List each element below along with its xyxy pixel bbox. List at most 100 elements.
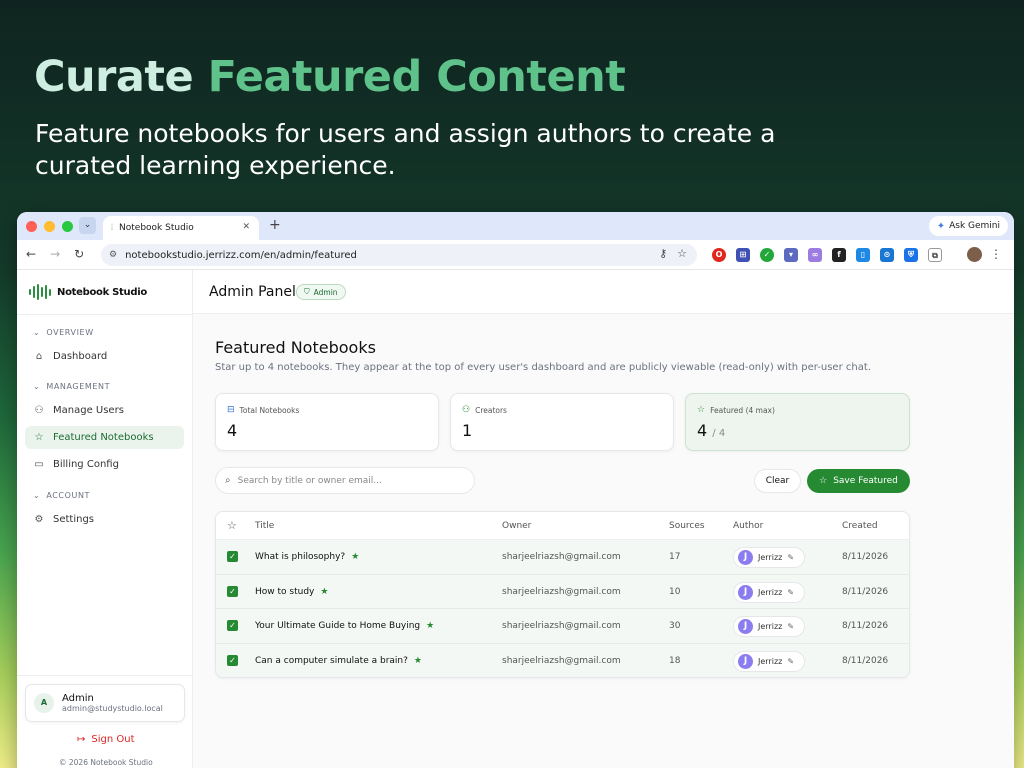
main-content: Admin Panel ⛉ Admin Featured Notebooks S… bbox=[193, 270, 1014, 768]
row-owner: sharjeelriazsh@gmail.com bbox=[502, 586, 621, 597]
author-selector[interactable]: J Jerrizz ✎ bbox=[733, 547, 805, 568]
brand-logo[interactable]: Notebook Studio bbox=[29, 284, 147, 300]
brand-name: Notebook Studio bbox=[57, 286, 147, 298]
site-settings-icon[interactable]: ⚙ bbox=[109, 250, 117, 260]
th-created[interactable]: Created bbox=[842, 521, 878, 531]
featured-checkbox[interactable]: ✓ bbox=[227, 654, 238, 666]
sign-out-icon: ↦ bbox=[77, 734, 86, 745]
extension-icon[interactable]: ▾ bbox=[784, 248, 798, 262]
puzzle-extensions-icon[interactable]: ⧉ bbox=[928, 248, 942, 262]
sidebar-item-label: Billing Config bbox=[53, 459, 119, 470]
tab-search-icon[interactable]: ⌄ bbox=[79, 217, 96, 234]
profile-avatar[interactable] bbox=[967, 247, 982, 262]
user-name: Admin bbox=[62, 693, 94, 704]
star-filled-icon: ★ bbox=[426, 621, 435, 631]
star-filled-icon: ★ bbox=[320, 586, 329, 597]
gemini-icon: ✦ bbox=[936, 220, 946, 232]
browser-window: ⌄ ⦙ Notebook Studio ✕ + ✦ Ask Gemini ← →… bbox=[17, 212, 1014, 768]
browser-menu-icon[interactable]: ⋮ bbox=[990, 247, 1002, 261]
stat-value: 4 bbox=[227, 421, 238, 440]
pencil-icon[interactable]: ✎ bbox=[787, 553, 794, 562]
back-icon[interactable]: ← bbox=[26, 247, 36, 261]
section-label: MANAGEMENT bbox=[46, 382, 111, 391]
th-owner[interactable]: Owner bbox=[502, 521, 531, 531]
author-selector[interactable]: J Jerrizz ✎ bbox=[733, 616, 805, 637]
user-card[interactable]: A Admin admin@studystudio.local bbox=[25, 684, 185, 722]
copyright: © 2026 Notebook Studio bbox=[59, 758, 153, 767]
stat-creators: ⚇ Creators 1 bbox=[450, 393, 674, 451]
tab-bar: ⌄ ⦙ Notebook Studio ✕ + ✦ Ask Gemini bbox=[17, 212, 1014, 240]
extension-icon[interactable]: ✓ bbox=[760, 248, 774, 262]
close-tab-icon[interactable]: ✕ bbox=[242, 222, 250, 232]
sidebar-item-manage-users[interactable]: ⚇ Manage Users bbox=[25, 399, 184, 422]
star-column-icon[interactable]: ☆ bbox=[227, 519, 237, 532]
section-overview[interactable]: ⌄ OVERVIEW bbox=[33, 328, 94, 337]
featured-table: ☆ Title Owner Sources Author Created ✓ W… bbox=[215, 511, 910, 678]
user-email: admin@studystudio.local bbox=[62, 704, 163, 713]
close-window-button[interactable] bbox=[26, 221, 37, 232]
pencil-icon[interactable]: ✎ bbox=[787, 622, 794, 631]
bookmark-star-icon[interactable]: ☆ bbox=[677, 247, 687, 260]
stat-label: Total Notebooks bbox=[239, 405, 300, 415]
maximize-window-button[interactable] bbox=[62, 221, 73, 232]
extension-icon[interactable]: ⊙ bbox=[880, 248, 894, 262]
th-title[interactable]: Title bbox=[255, 521, 274, 531]
title-text: Your Ultimate Guide to Home Buying bbox=[255, 621, 421, 631]
featured-checkbox[interactable]: ✓ bbox=[227, 585, 238, 597]
sidebar-item-label: Manage Users bbox=[53, 405, 124, 416]
section-management[interactable]: ⌄ MANAGEMENT bbox=[33, 382, 110, 391]
star-filled-icon: ★ bbox=[413, 655, 422, 666]
clear-button[interactable]: Clear bbox=[754, 469, 801, 493]
top-bar: Admin Panel ⛉ Admin bbox=[193, 270, 1014, 314]
opera-extension-icon[interactable]: O bbox=[712, 248, 726, 262]
shield-extension-icon[interactable]: ⛨ bbox=[904, 248, 918, 262]
chevron-down-icon: ⌄ bbox=[33, 382, 41, 391]
search-input[interactable]: ⌕ Search by title or owner email... bbox=[215, 467, 475, 494]
author-selector[interactable]: J Jerrizz ✎ bbox=[733, 581, 805, 603]
pencil-icon[interactable]: ✎ bbox=[787, 657, 794, 666]
section-account[interactable]: ⌄ ACCOUNT bbox=[33, 491, 90, 500]
table-row[interactable]: ✓ Your Ultimate Guide to Home Buying ★ sh… bbox=[216, 609, 909, 644]
row-title[interactable]: What is philosophy? ★ bbox=[255, 552, 359, 562]
users-icon: ⚇ bbox=[34, 405, 44, 416]
featured-checkbox[interactable]: ✓ bbox=[227, 620, 238, 631]
minimize-window-button[interactable] bbox=[44, 221, 55, 232]
gear-icon: ⚙ bbox=[34, 514, 44, 525]
pencil-icon[interactable]: ✎ bbox=[787, 588, 794, 597]
author-name: Jerrizz bbox=[758, 622, 783, 631]
sidebar-item-dashboard[interactable]: ⌂ Dashboard bbox=[25, 345, 184, 368]
author-name: Jerrizz bbox=[758, 656, 783, 666]
author-selector[interactable]: J Jerrizz ✎ bbox=[733, 650, 805, 672]
extension-icon[interactable]: ⊞ bbox=[736, 248, 750, 262]
row-title[interactable]: Can a computer simulate a brain? ★ bbox=[255, 656, 422, 666]
table-row[interactable]: ✓ Can a computer simulate a brain? ★ shar… bbox=[216, 643, 909, 677]
app-container: Notebook Studio ⌄ OVERVIEW ⌂ Dashboard ⌄… bbox=[17, 270, 1014, 768]
url-field[interactable]: ⚙ notebookstudio.jerrizz.com/en/admin/fe… bbox=[101, 244, 697, 266]
browser-tab[interactable]: ⦙ Notebook Studio ✕ bbox=[103, 216, 259, 240]
sign-out-button[interactable]: ↦ Sign Out bbox=[77, 734, 135, 745]
sidebar-item-featured-notebooks[interactable]: ☆ Featured Notebooks bbox=[25, 426, 184, 449]
extension-icon[interactable]: f bbox=[832, 248, 846, 262]
new-tab-button[interactable]: + bbox=[269, 217, 281, 233]
featured-checkbox[interactable]: ✓ bbox=[227, 551, 238, 562]
extension-icon[interactable]: ∞ bbox=[808, 248, 822, 262]
table-row[interactable]: ✓ How to study ★ sharjeelriazsh@gmail.com… bbox=[216, 574, 909, 609]
table-row[interactable]: ✓ What is philosophy? ★ sharjeelriazsh@gm… bbox=[216, 540, 909, 575]
extension-icon[interactable]: ▯ bbox=[856, 248, 870, 262]
avatar: A bbox=[34, 693, 54, 713]
reload-icon[interactable]: ↻ bbox=[74, 247, 84, 261]
ask-gemini-button[interactable]: ✦ Ask Gemini bbox=[928, 216, 1008, 236]
sidebar-item-settings[interactable]: ⚙ Settings bbox=[25, 508, 184, 531]
row-title[interactable]: How to study ★ bbox=[255, 587, 328, 597]
password-key-icon[interactable]: ⚷ bbox=[659, 247, 667, 260]
save-featured-button[interactable]: ☆ Save Featured bbox=[807, 469, 910, 493]
forward-icon[interactable]: → bbox=[50, 247, 60, 261]
sidebar-item-billing-config[interactable]: ▭ Billing Config bbox=[25, 453, 184, 476]
th-author[interactable]: Author bbox=[733, 521, 763, 531]
th-sources[interactable]: Sources bbox=[669, 521, 705, 531]
row-title[interactable]: Your Ultimate Guide to Home Buying ★ bbox=[255, 621, 434, 631]
ask-gemini-label: Ask Gemini bbox=[949, 221, 1000, 231]
title-text: Can a computer simulate a brain? bbox=[255, 655, 408, 666]
search-placeholder: Search by title or owner email... bbox=[237, 475, 382, 486]
stat-featured: ☆ Featured (4 max) 4 / 4 bbox=[685, 393, 910, 451]
